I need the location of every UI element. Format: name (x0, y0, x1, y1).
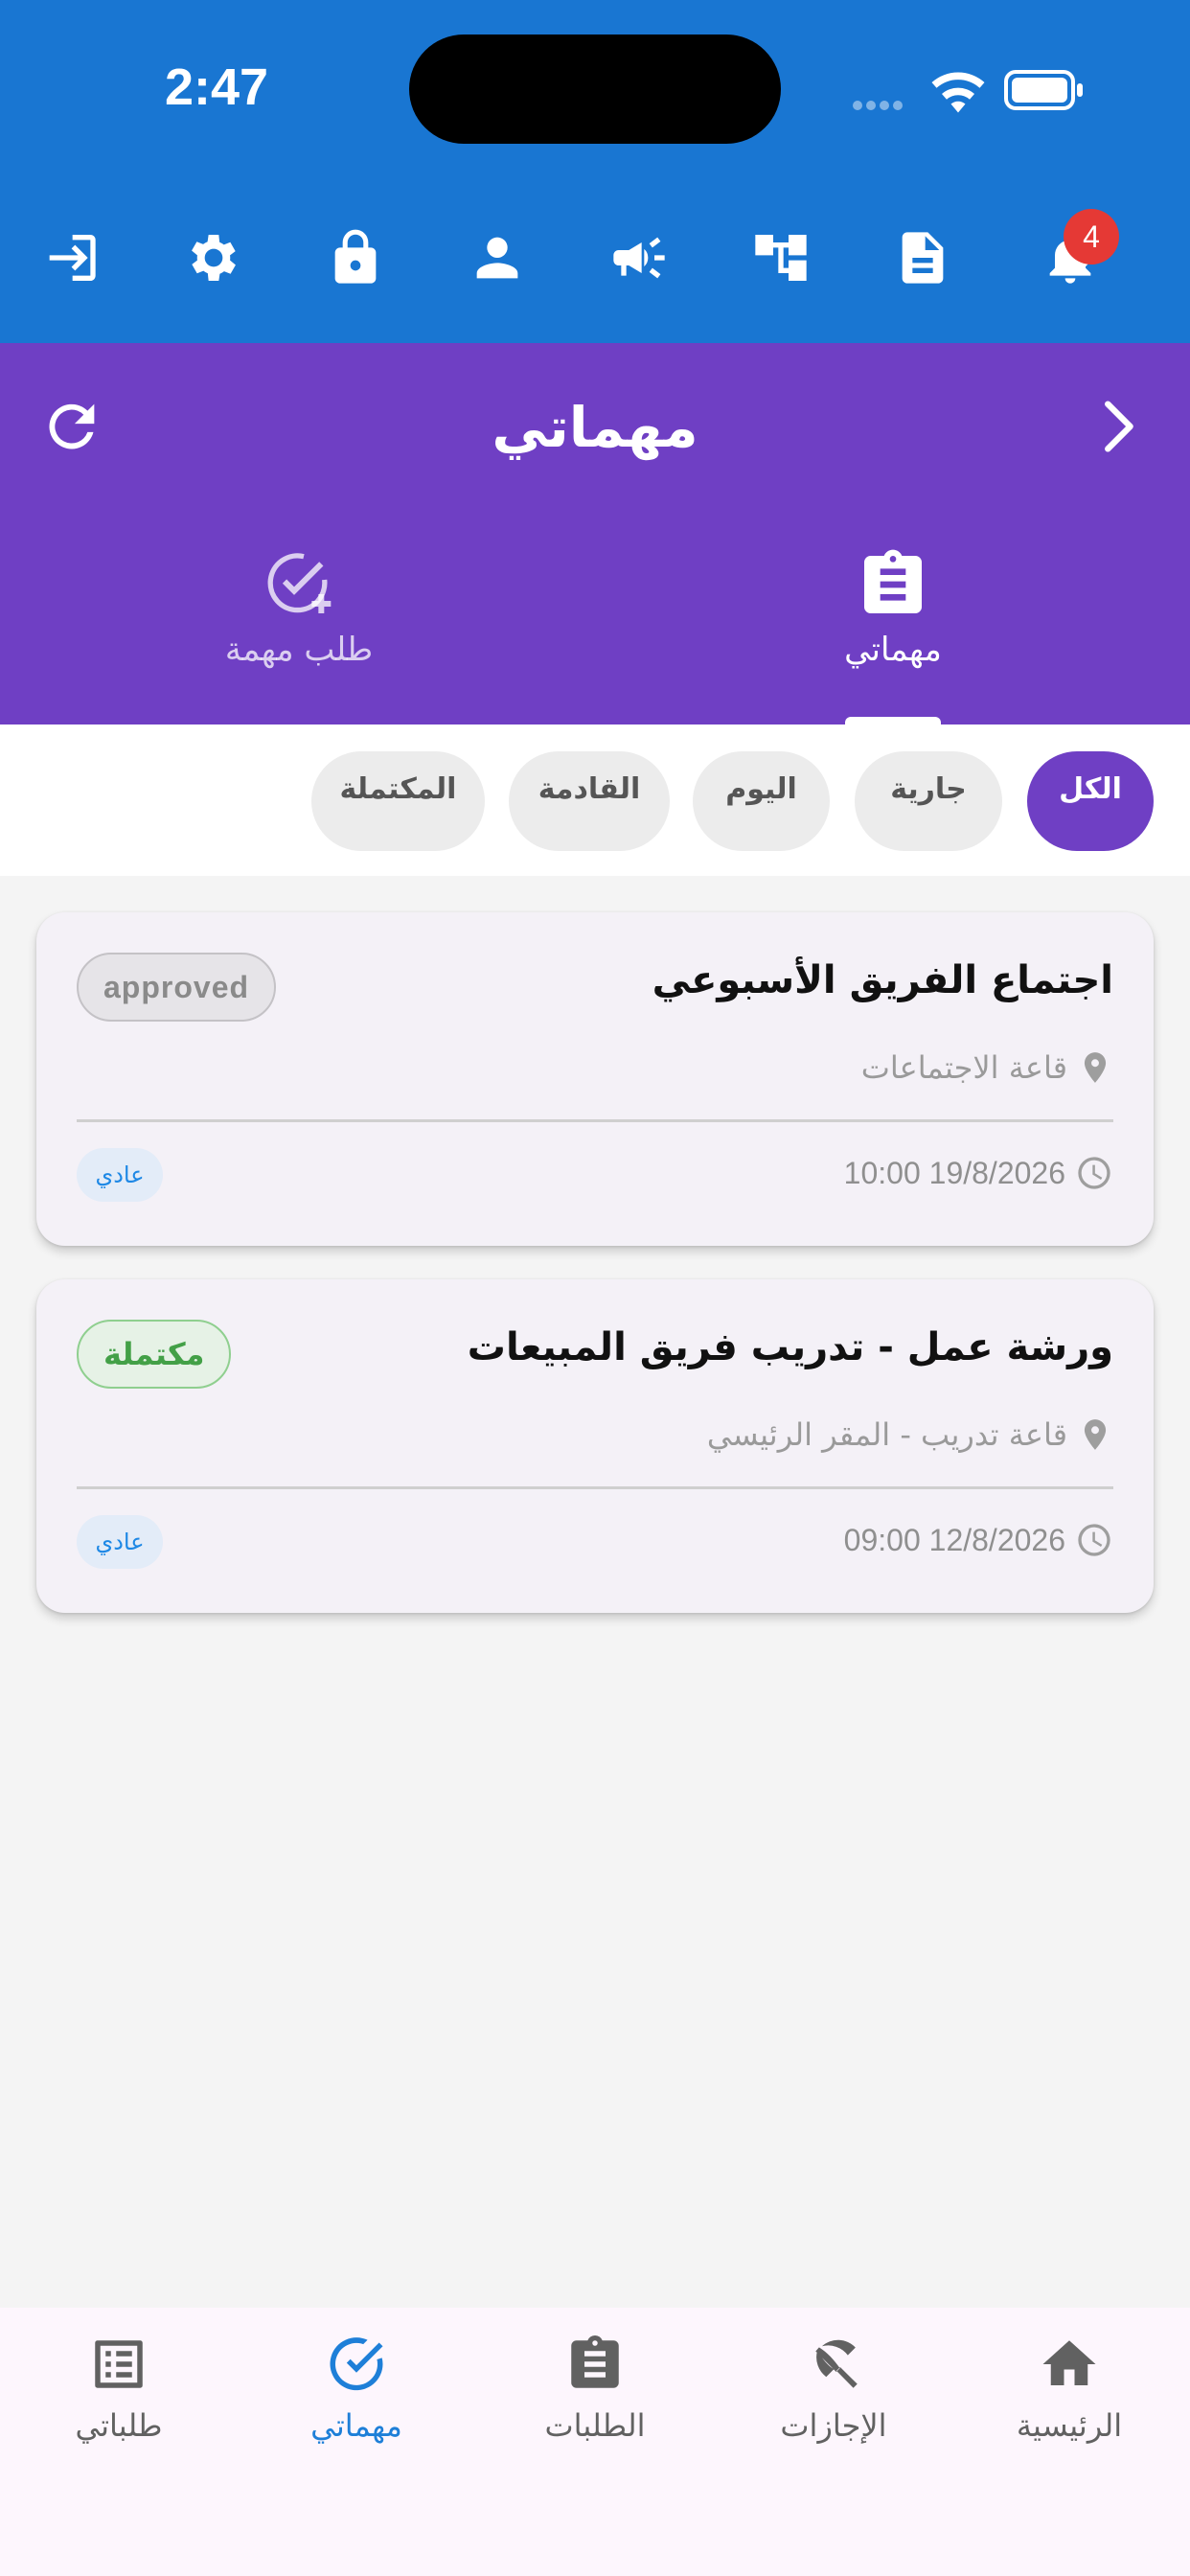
filter-chip-today[interactable]: اليوم (693, 751, 830, 851)
location-pin-icon (1084, 1052, 1107, 1083)
task-card[interactable]: ورشة عمل - تدريب فريق المبيعات مكتملة قا… (36, 1279, 1154, 1613)
status-badge: مكتملة (77, 1320, 232, 1389)
battery-icon (1004, 70, 1083, 110)
page-title: مهماتي (492, 395, 698, 460)
megaphone-icon[interactable] (604, 222, 675, 293)
status-bar-time: 2:47 (165, 58, 269, 116)
tab-my-tasks-label: مهماتي (844, 631, 942, 669)
beach-umbrella-icon (815, 2339, 858, 2388)
priority-badge: عادي (77, 1515, 163, 1569)
document-icon[interactable] (887, 222, 958, 293)
clock-icon (1078, 1524, 1110, 1556)
task-location-text: قاعة تدريب - المقر الرئيسي (706, 1416, 1067, 1453)
cellular-signal-icon (853, 96, 910, 110)
task-datetime-text: 10:00 19/8/2026 (843, 1155, 1065, 1190)
notification-count-badge: 4 (1064, 209, 1119, 264)
task-datetime-text: 09:00 12/8/2026 (843, 1522, 1065, 1557)
gear-icon[interactable] (178, 222, 249, 293)
task-card[interactable]: اجتماع الفريق الأسبوعي approved قاعة الا… (36, 912, 1154, 1246)
task-title: اجتماع الفريق الأسبوعي (652, 958, 1113, 1002)
nav-item-requests[interactable]: الطلبات (490, 2333, 700, 2444)
list-icon (95, 2340, 143, 2388)
clipboard-icon (571, 2334, 619, 2388)
card-divider (77, 1119, 1113, 1122)
nav-item-vacations[interactable]: الإجازات (728, 2333, 939, 2444)
nav-item-my-tasks[interactable]: مهماتي (251, 2333, 462, 2444)
home-icon (1042, 2340, 1096, 2385)
nav-label: الطلبات (544, 2407, 646, 2444)
clock-icon (1078, 1157, 1110, 1189)
task-title: ورشة عمل - تدريب فريق المبيعات (467, 1325, 1113, 1369)
wifi-icon (931, 72, 985, 113)
dynamic-island (409, 34, 781, 144)
task-datetime: 09:00 12/8/2026 (844, 1519, 1113, 1561)
task-location: قاعة الاجتماعات (861, 1046, 1113, 1089)
tab-request-task-label: طلب مهمة (224, 631, 374, 669)
nav-item-home[interactable]: الرئيسية (964, 2333, 1175, 2444)
chevron-right-icon[interactable] (1083, 393, 1150, 460)
tab-request-task[interactable]: طلب مهمة (155, 546, 443, 669)
filter-chip-ongoing[interactable]: جارية (855, 751, 1002, 851)
task-location-text: قاعة الاجتماعات (860, 1049, 1067, 1086)
nav-label: مهماتي (310, 2407, 402, 2444)
location-pin-icon (1084, 1419, 1107, 1450)
logout-icon[interactable] (34, 222, 105, 293)
task-location: قاعة تدريب - المقر الرئيسي (707, 1414, 1113, 1456)
status-badge: approved (77, 953, 277, 1022)
nav-item-my-requests[interactable]: طلباتي (13, 2333, 224, 2444)
person-icon[interactable] (462, 222, 533, 293)
nav-label: الرئيسية (1016, 2407, 1123, 2444)
check-circle-icon (330, 2337, 383, 2391)
nav-label: طلباتي (75, 2407, 163, 2444)
filter-chip-all[interactable]: الكل (1027, 751, 1154, 851)
add-task-icon (267, 553, 332, 613)
card-divider (77, 1486, 1113, 1489)
task-datetime: 10:00 19/8/2026 (844, 1152, 1113, 1194)
tab-my-tasks[interactable]: مهماتي (749, 546, 1037, 669)
nav-label: الإجازات (780, 2407, 887, 2444)
lock-icon[interactable] (320, 222, 391, 293)
filter-chip-completed[interactable]: المكتملة (311, 751, 485, 851)
priority-badge: عادي (77, 1148, 163, 1202)
org-chart-icon[interactable] (745, 222, 816, 293)
clipboard-icon (864, 549, 922, 613)
filter-chip-upcoming[interactable]: القادمة (509, 751, 670, 851)
